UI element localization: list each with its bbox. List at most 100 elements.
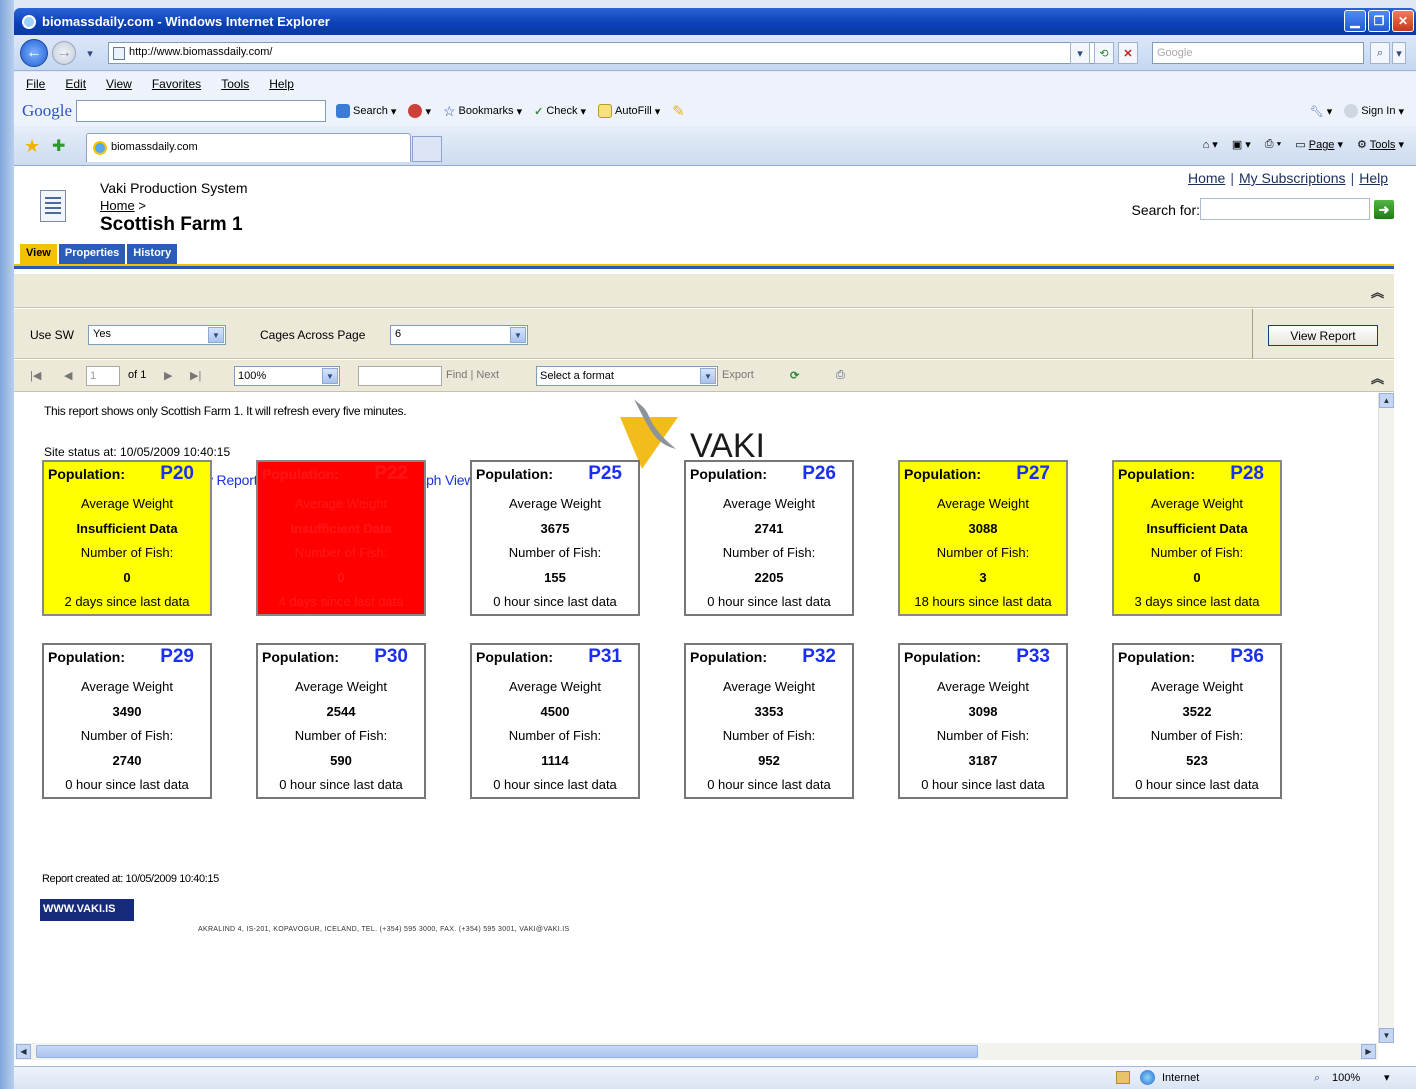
collapse-up-icon[interactable]: ︽ (1371, 282, 1384, 301)
spellcheck-icon: ✓ (534, 105, 544, 118)
next-page-icon[interactable]: ▶ (164, 369, 172, 382)
tab-view[interactable]: View (20, 244, 57, 264)
average-weight-label: Average Weight (294, 679, 388, 694)
bookmarks-button[interactable]: ☆ Bookmarks ▾ (443, 103, 522, 120)
search-options-icon[interactable]: ▾ (1392, 42, 1406, 64)
cage-card-header: Population: P30 (258, 645, 424, 675)
average-weight-value: 3522 (1182, 703, 1212, 719)
menu-file[interactable]: File (26, 77, 45, 91)
find-label: Find (446, 369, 468, 381)
scroll-left-icon[interactable]: ◀ (16, 1044, 31, 1059)
new-tab-button[interactable] (412, 136, 442, 162)
export-link[interactable]: Export (722, 369, 754, 381)
browser-tab-active[interactable]: biomassdaily.com (86, 133, 411, 162)
tab-history[interactable]: History (127, 244, 178, 264)
security-zone-label: Internet (1162, 1072, 1200, 1084)
bookmarks-label: Bookmarks (458, 105, 514, 117)
page-number-input[interactable]: 1 (86, 366, 120, 386)
collapse-toolbar-icon[interactable]: ︽ (1371, 368, 1384, 387)
forward-button[interactable]: → (52, 41, 76, 65)
zoom-dropdown-icon[interactable]: ▾ (1384, 1071, 1390, 1084)
close-button[interactable]: ✕ (1392, 10, 1414, 32)
cage-card-header: Population: P29 (44, 645, 210, 675)
vertical-scrollbar[interactable]: ▲ ▼ (1378, 393, 1394, 1043)
menu-help[interactable]: Help (269, 77, 294, 91)
tab-properties[interactable]: Properties (58, 244, 126, 264)
cage-id: P30 (374, 646, 408, 667)
site-search-input[interactable] (1200, 198, 1370, 220)
average-weight-label: Average Weight (294, 496, 388, 511)
average-weight-label: Average Weight (722, 679, 816, 694)
stop-icon[interactable]: ✕ (1118, 42, 1138, 64)
menu-view[interactable]: View (106, 77, 132, 91)
top-link-my-subscriptions[interactable]: My Subscriptions (1239, 170, 1346, 186)
zoom-select[interactable]: 100% ▼ (234, 366, 340, 386)
scroll-up-icon[interactable]: ▲ (1379, 393, 1394, 408)
add-favorites-icon[interactable]: ✚ (52, 136, 65, 156)
horizontal-scrollbar[interactable]: ◀ ▶ (14, 1043, 1378, 1060)
minimize-button[interactable]: ▁ (1344, 10, 1366, 32)
zoom-icon[interactable]: ⌕ (1314, 1072, 1320, 1085)
highlighter-button[interactable]: ✎ (672, 102, 685, 120)
breadcrumb-home-link[interactable]: Home (100, 198, 135, 213)
find-input[interactable] (358, 366, 442, 386)
find-link[interactable]: Find | Next (446, 369, 499, 381)
cage-id: P26 (802, 463, 836, 484)
scroll-right-icon[interactable]: ▶ (1361, 1044, 1376, 1059)
cage-id: P32 (802, 646, 836, 667)
cage-card-p20: Population: P20 Average Weight Insufficient… (42, 460, 212, 616)
spell-check-button[interactable]: ✓ Check ▾ (534, 105, 586, 118)
address-dropdown-icon[interactable]: ▾ (1070, 42, 1090, 64)
cage-id: P29 (160, 646, 194, 667)
google-search-button[interactable]: Search ▾ (336, 104, 396, 118)
menu-tools[interactable]: Tools (221, 77, 249, 91)
settings-wrench-button[interactable]: 🔧︎ ▾ (1310, 105, 1333, 118)
use-sw-select[interactable]: Yes ▼ (88, 325, 226, 345)
cages-across-select[interactable]: 6 ▼ (390, 325, 528, 345)
window-title-bar[interactable]: biomassdaily.com - Windows Internet Expl… (14, 8, 1416, 35)
back-button[interactable]: ← (20, 39, 48, 67)
time-since-last-data: 0 hour since last data (493, 777, 617, 793)
search-icon[interactable]: ⌕ (1370, 42, 1390, 64)
cage-card-header: Population: P20 (44, 462, 210, 492)
scroll-down-icon[interactable]: ▼ (1379, 1028, 1394, 1043)
zoom-level[interactable]: 100% (1332, 1072, 1360, 1084)
print-icon[interactable]: ⎙ ▾ (1265, 138, 1281, 151)
home-icon[interactable]: ⌂ ▾ (1203, 138, 1218, 151)
autofill-button[interactable]: AutoFill ▾ (598, 104, 660, 118)
horizontal-scroll-thumb[interactable] (36, 1045, 978, 1058)
tools-menu[interactable]: ⚙ Tools ▾ (1357, 138, 1404, 151)
time-since-last-data: 3 days since last data (1134, 594, 1260, 610)
average-weight-label: Average Weight (80, 496, 174, 511)
popup-blocker-button[interactable]: ▾ (408, 104, 431, 118)
page-icon (113, 47, 125, 60)
google-search-input[interactable] (76, 100, 327, 122)
star-icon: ☆ (442, 102, 456, 119)
site-page-icon (40, 190, 66, 222)
number-of-fish-label: Number of Fish: (936, 728, 1030, 744)
refresh-report-icon[interactable]: ⟳ (790, 369, 799, 382)
view-report-button[interactable]: View Report (1268, 325, 1378, 346)
feeds-icon[interactable]: ▣ ▾ (1232, 138, 1251, 151)
prev-page-icon[interactable]: ◀ (64, 369, 72, 382)
top-link-help[interactable]: Help (1359, 170, 1388, 186)
menu-favorites[interactable]: Favorites (152, 77, 201, 91)
search-go-icon[interactable]: ➜ (1374, 200, 1394, 219)
top-link-home[interactable]: Home (1188, 170, 1225, 186)
history-dropdown-icon[interactable]: ▾ (80, 42, 100, 64)
time-since-last-data: 0 hour since last data (707, 594, 831, 610)
restore-button[interactable]: ❐ (1368, 10, 1390, 32)
favorites-star-icon[interactable]: ★ (24, 136, 40, 157)
sign-in-button[interactable]: Sign In ▾ (1344, 104, 1404, 118)
live-search-input[interactable]: Google (1152, 42, 1364, 64)
wrench-icon: 🔧︎ (1309, 105, 1324, 118)
page-menu[interactable]: ▭ Page ▾ (1295, 138, 1343, 151)
first-page-icon[interactable]: |◀ (30, 369, 41, 382)
refresh-icon[interactable]: ⟲ (1094, 42, 1114, 64)
address-field[interactable]: http://www.biomassdaily.com/ (108, 42, 1106, 64)
print-report-icon[interactable]: ⎙ (836, 369, 845, 382)
last-page-icon[interactable]: ▶| (190, 369, 201, 382)
menu-edit[interactable]: Edit (65, 77, 86, 91)
export-format-select[interactable]: Select a format ▼ (536, 366, 718, 386)
website-badge[interactable]: WWW.VAKI.IS (40, 899, 134, 921)
